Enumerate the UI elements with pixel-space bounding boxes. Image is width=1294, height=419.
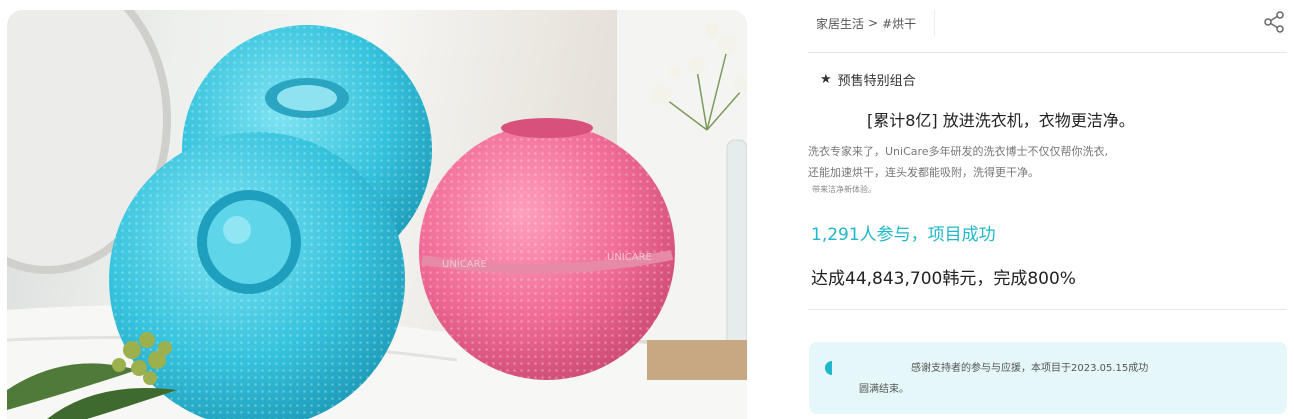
presale-tag: ★ 预售特别组合 — [820, 70, 916, 89]
divider-top — [808, 52, 1287, 53]
product-headline: [累计8亿] 放进洗衣机，衣物更洁净。 — [867, 111, 1135, 130]
share-icon[interactable] — [1262, 10, 1286, 34]
breadcrumb: 家居生活 > #烘干 — [808, 10, 936, 36]
presale-tag-label: 预售特别组合 — [837, 74, 916, 89]
participants-count: 1,291人参与，项目成功 — [811, 225, 996, 245]
product-image: UNICARE UNICARE — [7, 10, 747, 419]
breadcrumb-subcategory[interactable]: #烘干 — [882, 15, 916, 32]
divider-bottom — [808, 309, 1287, 310]
ball-brand-text-left: UNICARE — [442, 259, 487, 270]
funding-achieved: 达成44,843,700韩元，完成800% — [811, 269, 1076, 289]
notice-text-line-1: 感谢支持者的参与与应援，本项目于2023.05.15成功 — [911, 363, 1149, 374]
breadcrumb-separator: > — [868, 16, 879, 30]
star-icon: ★ — [820, 72, 832, 87]
description-line-1: 洗衣专家来了，UniCare多年研发的洗衣博士不仅仅帮你洗衣, — [808, 145, 1109, 158]
completion-notice: 感谢支持者的参与与应援，本项目于2023.05.15成功 圆满结束。 — [809, 342, 1287, 414]
description-line-2: 还能加速烘干，连头发都能吸附，洗得更干净。 — [808, 166, 1039, 179]
half-circle-icon — [825, 361, 832, 375]
ball-brand-text-right: UNICARE — [607, 252, 652, 263]
laundry-balls-illustration: UNICARE UNICARE — [7, 10, 747, 419]
notice-text-line-2: 圆满结束。 — [859, 384, 909, 395]
breadcrumb-category[interactable]: 家居生活 — [816, 15, 864, 32]
description-line-3: 带来洁净新体验。 — [812, 185, 876, 194]
